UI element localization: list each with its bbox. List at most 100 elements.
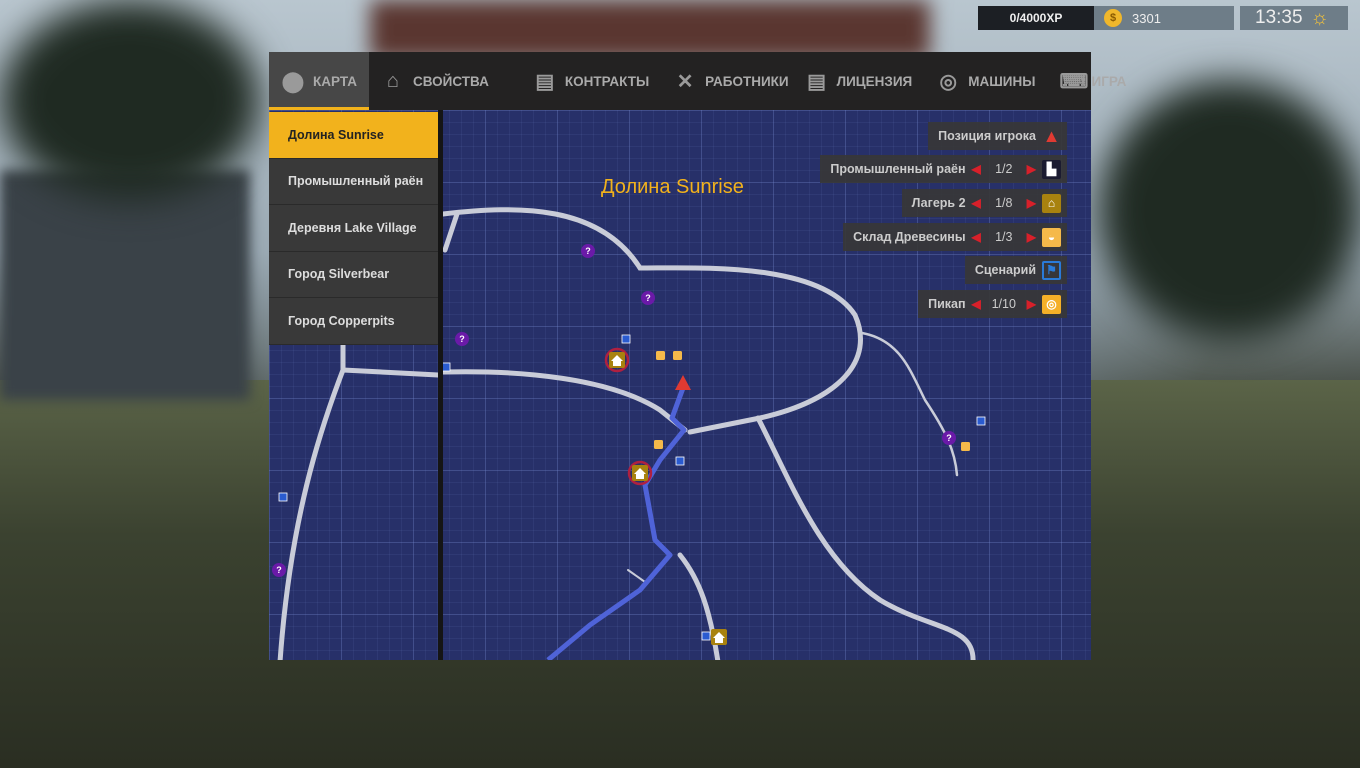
industrial-icon: ▙: [1042, 159, 1061, 179]
steering-wheel-icon: ◎: [939, 70, 957, 93]
money-value: 3301: [1132, 10, 1161, 26]
svg-text:?: ?: [585, 246, 591, 256]
mystery-marker: ?: [455, 332, 469, 346]
steering-wheel-icon: ◎: [1042, 294, 1061, 314]
region-item[interactable]: Город Silverbear: [269, 251, 438, 298]
legend-count: 1/3: [995, 230, 1013, 244]
legend-camp: Лагерь 2 ◀ 1/8 ▶ ⌂: [901, 189, 1067, 217]
time-value: 13:35: [1255, 7, 1303, 28]
mystery-marker: ?: [942, 431, 956, 445]
notebook-icon: ▤: [535, 70, 555, 93]
svg-text:?: ?: [459, 334, 465, 344]
xp-counter: 0/4000XP: [978, 6, 1094, 30]
mystery-marker: ?: [641, 291, 655, 305]
road: [440, 369, 688, 433]
camp-marker: [711, 629, 727, 645]
money-counter: $ 3301: [1094, 6, 1234, 30]
mystery-marker: ?: [272, 563, 286, 577]
legend-label: Пикап: [928, 297, 966, 311]
tab-vehicles[interactable]: ◎ МАШИНЫ: [924, 52, 1047, 110]
mystery-marker: ?: [581, 244, 595, 258]
legend-lumber: Склад Древесины ◀ 1/3 ▶ ◒: [843, 223, 1067, 251]
keyboard-icon: ⌨: [1059, 70, 1089, 93]
menu-panel: ⬤ КАРТА ⌂ СВОЙСТВА ▤ КОНТРАКТЫ ✕ РАБОТНИКИ ▤…: [269, 52, 1126, 660]
tab-contracts[interactable]: ▤ КОНТРАКТЫ: [521, 52, 661, 110]
basket-icon: ◒: [1042, 227, 1061, 247]
legend-pickup: Пикап ◀ 1/10 ▶ ◎: [918, 290, 1067, 318]
notebook-icon: ▤: [807, 70, 827, 93]
scenario-marker: [441, 362, 451, 372]
lumber-marker: [673, 351, 682, 360]
scenario-marker: [621, 334, 631, 344]
legend-scenario[interactable]: Сценарий ⚑: [964, 256, 1067, 284]
tab-label: МАШИНЫ: [968, 73, 1036, 89]
house-icon: ⌂: [1042, 193, 1061, 213]
tab-map[interactable]: ⬤ КАРТА: [269, 52, 369, 110]
tab-label: СВОЙСТВА: [412, 73, 489, 89]
road: [442, 211, 460, 253]
prev-arrow-icon[interactable]: ◀: [972, 230, 981, 244]
svg-text:?: ?: [276, 565, 282, 575]
svg-text:?: ?: [946, 433, 952, 443]
road: [340, 342, 441, 378]
next-arrow-icon[interactable]: ▶: [1027, 230, 1036, 244]
prev-arrow-icon[interactable]: ◀: [972, 162, 981, 176]
background-roof: [370, 0, 930, 60]
region-item[interactable]: Деревня Lake Village: [269, 205, 438, 252]
prev-arrow-icon[interactable]: ◀: [972, 297, 981, 311]
tab-properties[interactable]: ⌂ СВОЙСТВА: [369, 52, 501, 110]
sun-icon: ☼: [1310, 6, 1329, 29]
scenario-marker: [278, 492, 288, 502]
svg-text:?: ?: [645, 293, 651, 303]
map-title: Долина Sunrise: [601, 176, 744, 198]
legend-count: 1/8: [995, 196, 1013, 210]
divider: [438, 110, 443, 660]
road: [627, 569, 646, 583]
tab-game[interactable]: ⌨ ИГРА: [1047, 52, 1138, 110]
scenario-marker: [976, 416, 986, 426]
tab-license[interactable]: ▤ ЛИЦЕНЗИЯ: [801, 52, 925, 110]
coin-icon: $: [1104, 9, 1122, 27]
tab-label: РАБОТНИКИ: [705, 73, 789, 89]
lumber-marker: [656, 351, 665, 360]
background-tree: [0, 0, 260, 200]
background-house: [0, 170, 250, 400]
clock: 13:35 ☼: [1240, 6, 1348, 30]
region-item[interactable]: Город Copperpits: [269, 298, 438, 345]
background-tree: [1100, 80, 1360, 340]
tab-workers[interactable]: ✕ РАБОТНИКИ: [661, 52, 800, 110]
legend-count: 1/2: [995, 162, 1013, 176]
legend-count: 1/10: [991, 297, 1016, 311]
region-list: Долина Sunrise Промышленный раён Деревня…: [269, 112, 438, 345]
tab-label: КАРТА: [313, 73, 357, 89]
legend-player-position[interactable]: Позиция игрока ▲: [928, 122, 1067, 150]
tab-label: ИГРА: [1091, 73, 1127, 89]
camp-marker: [604, 347, 630, 373]
next-arrow-icon[interactable]: ▶: [1027, 162, 1036, 176]
region-item[interactable]: Долина Sunrise: [269, 112, 438, 159]
gps-route: [546, 387, 687, 660]
region-item[interactable]: Промышленный раён: [269, 158, 438, 205]
tab-bar: ⬤ КАРТА ⌂ СВОЙСТВА ▤ КОНТРАКТЫ ✕ РАБОТНИКИ ▤…: [269, 52, 1126, 110]
next-arrow-icon[interactable]: ▶: [1027, 196, 1036, 210]
scenario-marker: [675, 456, 685, 466]
legend-label: Позиция игрока: [938, 129, 1036, 143]
map-pin-icon: ⬤: [281, 70, 305, 93]
tab-label: ЛИЦЕНЗИЯ: [836, 73, 913, 89]
legend-industrial: Промышленный раён ◀ 1/2 ▶ ▙: [820, 155, 1067, 183]
legend-label: Лагерь 2: [911, 196, 966, 210]
next-arrow-icon[interactable]: ▶: [1027, 297, 1036, 311]
lumber-marker: [961, 442, 970, 451]
road: [755, 415, 976, 660]
road: [860, 331, 959, 477]
road: [440, 207, 863, 435]
road: [277, 367, 346, 660]
lumber-marker: [654, 440, 663, 449]
tools-icon: ✕: [676, 70, 694, 93]
house-icon: ⌂: [386, 69, 400, 92]
legend-label: Сценарий: [974, 263, 1036, 277]
legend-label: Промышленный раён: [830, 162, 966, 176]
prev-arrow-icon[interactable]: ◀: [972, 196, 981, 210]
tab-label: КОНТРАКТЫ: [564, 73, 650, 89]
player-position-marker: [675, 375, 691, 390]
